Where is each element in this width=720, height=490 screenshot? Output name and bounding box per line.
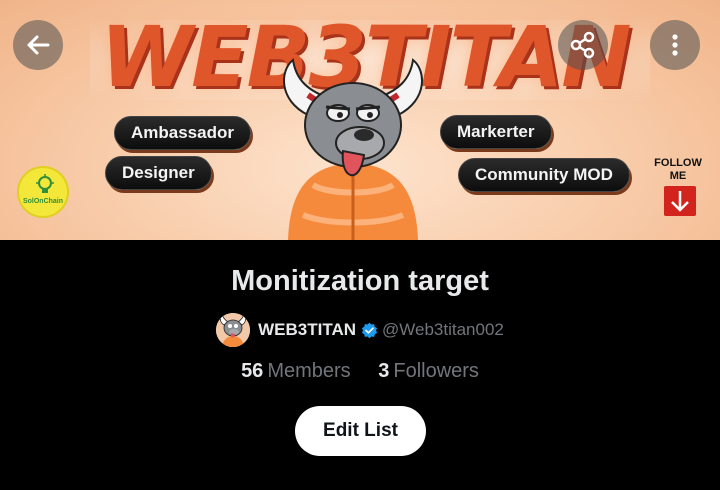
share-icon: [570, 31, 595, 59]
followers-count: 3: [378, 360, 390, 382]
members-count: 56: [241, 360, 264, 382]
role-pill-ambassador: Ambassador: [114, 116, 251, 150]
role-pill-community-mod: Community MOD: [458, 158, 630, 192]
list-owner-row[interactable]: WEB3TITAN @Web3titan002: [0, 312, 720, 348]
arrow-down-icon: [664, 186, 696, 216]
more-options-button[interactable]: [650, 20, 700, 70]
more-vertical-icon: [672, 34, 678, 56]
edit-list-button[interactable]: Edit List: [295, 406, 426, 456]
list-stats: 56 Members 3 Followers: [0, 360, 720, 383]
owner-name[interactable]: WEB3TITAN: [258, 320, 356, 340]
role-pill-designer: Designer: [105, 156, 212, 190]
solonchain-logo: SolOnChain: [17, 166, 69, 218]
followers-stat[interactable]: 3 Followers: [378, 360, 479, 383]
owner-handle[interactable]: @Web3titan002: [382, 320, 504, 340]
share-button[interactable]: [558, 20, 608, 70]
bull-avatar-icon: [216, 313, 251, 347]
arrow-left-icon: [27, 35, 50, 55]
followers-label: Followers: [393, 360, 479, 382]
members-stat[interactable]: 56 Members: [241, 360, 351, 383]
list-title: Monitization target: [231, 265, 489, 297]
lightbulb-icon: [36, 174, 54, 193]
follow-me-label: FOLLOW ME: [654, 157, 702, 182]
list-banner: WEB3TITAN Ambassador Designer Markerter …: [0, 0, 720, 240]
bull-mascot-illustration: [283, 58, 423, 240]
role-pill-markerter: Markerter: [440, 115, 552, 149]
owner-avatar[interactable]: [216, 313, 251, 347]
back-button[interactable]: [13, 20, 63, 70]
logo-text: SolOnChain: [22, 198, 64, 205]
verified-badge-icon: [361, 322, 378, 338]
members-label: Members: [267, 360, 351, 382]
